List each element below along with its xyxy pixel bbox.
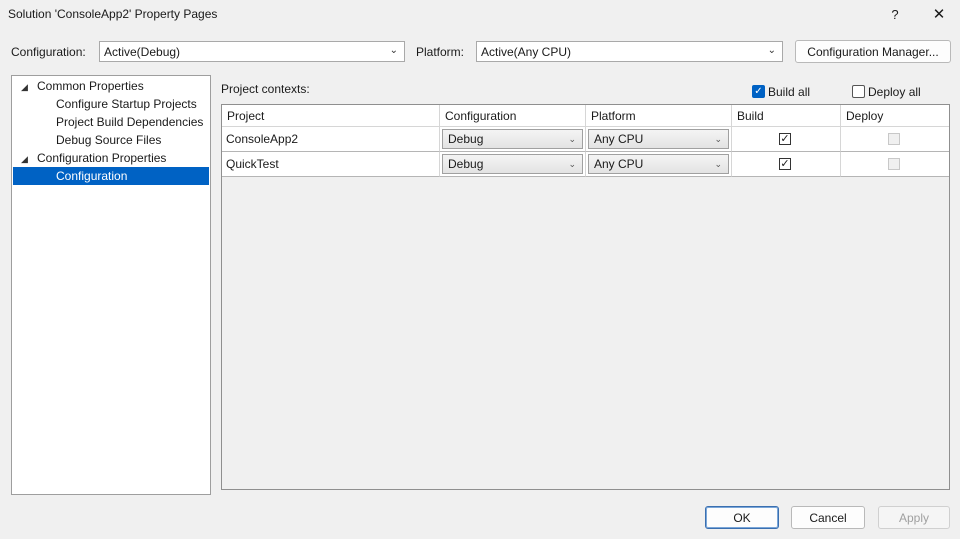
table-row-deploy-cell — [841, 152, 949, 177]
property-tree[interactable]: ◢ Common Properties Configure Startup Pr… — [11, 75, 211, 495]
row-deploy-checkbox — [888, 158, 900, 170]
row-configuration-dropdown[interactable]: Debug ⌄ — [442, 154, 583, 174]
tree-item-configure-startup-projects[interactable]: Configure Startup Projects — [56, 95, 197, 113]
column-header-platform[interactable]: Platform — [586, 105, 732, 127]
deploy-all-checkbox[interactable] — [852, 85, 865, 98]
row-build-checkbox[interactable]: ✓ — [779, 133, 791, 145]
project-contexts-grid[interactable]: Project Configuration Platform Build Dep… — [221, 104, 950, 490]
cancel-button[interactable]: Cancel — [791, 506, 865, 529]
chevron-down-icon: ⌄ — [767, 45, 776, 56]
tree-item-configuration[interactable]: Configuration — [13, 167, 209, 185]
column-header-project[interactable]: Project — [222, 105, 440, 127]
table-row-project: ConsoleApp2 — [222, 127, 440, 152]
configuration-dropdown[interactable]: Active(Debug) ⌄ — [99, 41, 405, 62]
table-row-build-cell: ✓ — [732, 152, 841, 177]
row-platform-dropdown[interactable]: Any CPU ⌄ — [588, 154, 729, 174]
chevron-down-icon: ⌄ — [714, 159, 722, 169]
apply-button[interactable]: Apply — [878, 506, 950, 529]
help-icon[interactable]: ? — [882, 3, 908, 25]
table-row-platform-cell: Any CPU ⌄ — [586, 152, 732, 177]
table-row-project: QuickTest — [222, 152, 440, 177]
chevron-down-icon: ⌄ — [568, 134, 576, 144]
expand-triangle-icon[interactable]: ◢ — [21, 82, 28, 93]
column-header-build[interactable]: Build — [732, 105, 841, 127]
window-title: Solution 'ConsoleApp2' Property Pages — [8, 7, 218, 21]
row-configuration-value: Debug — [448, 132, 484, 146]
column-header-deploy[interactable]: Deploy — [841, 105, 949, 127]
build-all-label[interactable]: Build all — [768, 85, 810, 99]
row-platform-dropdown[interactable]: Any CPU ⌄ — [588, 129, 729, 149]
table-row-configuration-cell: Debug ⌄ — [440, 152, 586, 177]
chevron-down-icon: ⌄ — [389, 45, 398, 56]
row-build-checkbox[interactable]: ✓ — [779, 158, 791, 170]
chevron-down-icon: ⌄ — [714, 134, 722, 144]
project-contexts-label: Project contexts: — [221, 82, 310, 96]
deploy-all-label[interactable]: Deploy all — [868, 85, 921, 99]
table-row-platform-cell: Any CPU ⌄ — [586, 127, 732, 152]
row-configuration-dropdown[interactable]: Debug ⌄ — [442, 129, 583, 149]
expand-triangle-icon[interactable]: ◢ — [21, 154, 28, 165]
tree-group-common-properties[interactable]: Common Properties — [37, 77, 144, 95]
build-all-checkbox[interactable]: ✓ — [752, 85, 765, 98]
row-deploy-checkbox — [888, 133, 900, 145]
table-row-configuration-cell: Debug ⌄ — [440, 127, 586, 152]
table-row-deploy-cell — [841, 127, 949, 152]
tree-group-configuration-properties[interactable]: Configuration Properties — [37, 149, 166, 167]
configuration-label: Configuration: — [11, 45, 86, 59]
chevron-down-icon: ⌄ — [568, 159, 576, 169]
tree-item-project-build-dependencies[interactable]: Project Build Dependencies — [56, 113, 203, 131]
configuration-dropdown-value: Active(Debug) — [104, 44, 181, 59]
ok-button[interactable]: OK — [705, 506, 779, 529]
platform-label: Platform: — [416, 45, 465, 59]
row-configuration-value: Debug — [448, 157, 484, 171]
platform-dropdown-value: Active(Any CPU) — [481, 44, 572, 59]
configuration-manager-button[interactable]: Configuration Manager... — [795, 40, 951, 63]
row-platform-value: Any CPU — [594, 132, 644, 146]
table-row-build-cell: ✓ — [732, 127, 841, 152]
close-icon[interactable]: ✕ — [926, 3, 952, 25]
platform-dropdown[interactable]: Active(Any CPU) ⌄ — [476, 41, 783, 62]
tree-item-debug-source-files[interactable]: Debug Source Files — [56, 131, 161, 149]
column-header-configuration[interactable]: Configuration — [440, 105, 586, 127]
row-platform-value: Any CPU — [594, 157, 644, 171]
